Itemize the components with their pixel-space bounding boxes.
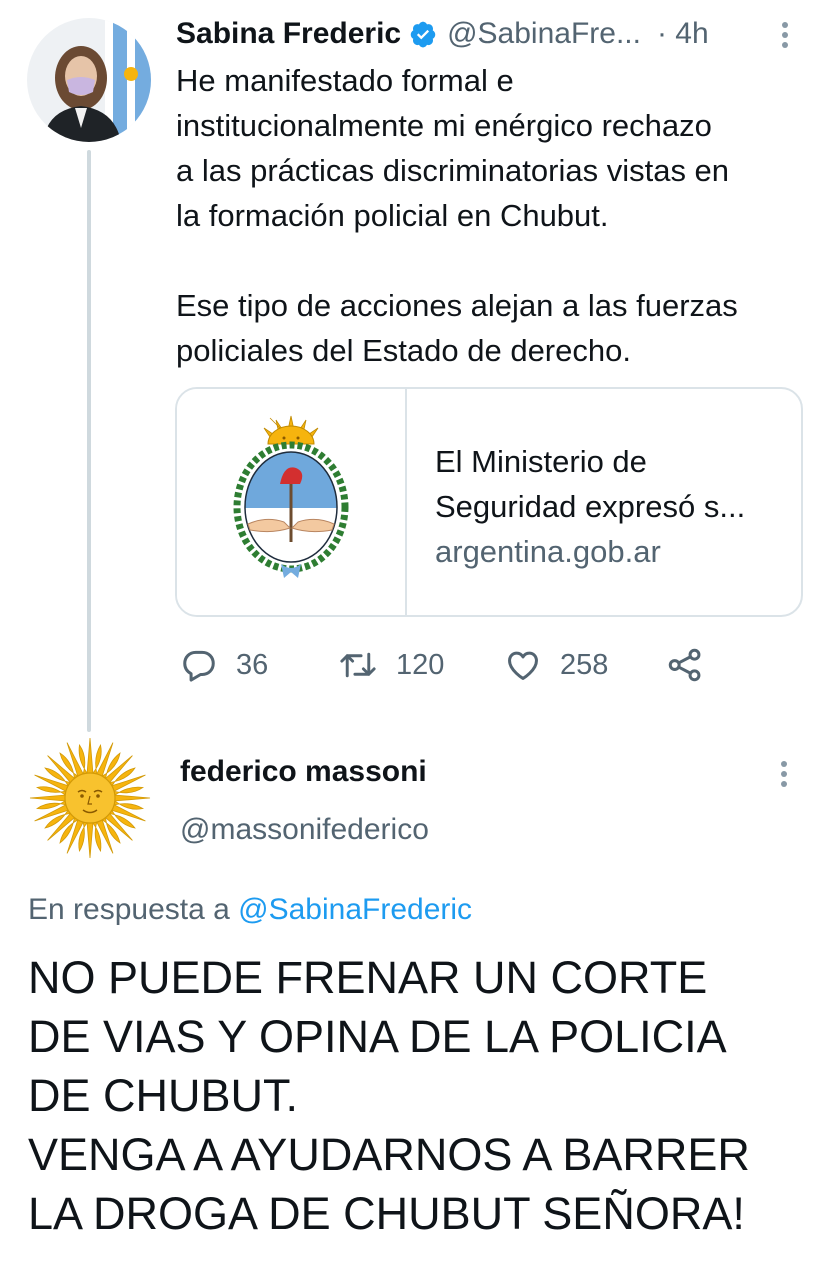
- tweet1-paragraph: Ese tipo de acciones alejan a las fuerza…: [176, 288, 738, 368]
- reply-count: 36: [236, 648, 269, 681]
- tweet2-author-name[interactable]: federico massoni: [180, 755, 427, 789]
- share-icon: [668, 648, 701, 682]
- tweet1-header: Sabina Frederic @SabinaFre... · 4h: [176, 14, 816, 54]
- retweet-icon: [340, 652, 376, 678]
- thread-connector-line: [87, 150, 91, 732]
- tweet1-author-name[interactable]: Sabina Frederic: [176, 17, 401, 51]
- sabina-avatar[interactable]: [27, 18, 151, 142]
- reply-button[interactable]: 36: [180, 642, 268, 688]
- argentina-coat-of-arms-image: [177, 389, 407, 615]
- federico-avatar[interactable]: [28, 736, 152, 860]
- tweet2-author-handle[interactable]: @massonifederico: [180, 813, 429, 847]
- tweet1-author-handle[interactable]: @SabinaFre...: [447, 17, 641, 51]
- reply-icon: [183, 650, 215, 682]
- link-preview-title: El Ministerio de Seguridad expresó s...: [435, 444, 746, 524]
- tweet2-text-line: VENGA A AYUDARNOS A BARRER: [28, 1129, 750, 1180]
- tweet2-text-line: NO PUEDE FRENAR UN CORTE: [28, 952, 708, 1003]
- reply-mention-link[interactable]: @SabinaFrederic: [238, 893, 472, 926]
- verified-badge-icon: [410, 21, 436, 48]
- heart-icon: [508, 651, 538, 680]
- like-count: 258: [560, 648, 609, 681]
- tweet2-text-line: LA DROGA DE CHUBUT SEÑORA!: [28, 1188, 745, 1239]
- tweet1-text: He manifestado formal e institucionalmen…: [176, 58, 816, 373]
- tweet2-text: NO PUEDE FRENAR UN CORTE DE VIAS Y OPINA…: [28, 948, 818, 1243]
- replying-to-prefix: En respuesta a: [28, 893, 230, 926]
- like-button[interactable]: 258: [504, 642, 608, 688]
- link-preview-domain: argentina.gob.ar: [435, 534, 661, 569]
- replying-to-label: En respuesta a @SabinaFrederic: [28, 893, 472, 927]
- retweet-count: 120: [396, 648, 445, 681]
- tweet1-action-bar: 36 120 258: [180, 642, 720, 688]
- link-preview-text: El Ministerio de Seguridad expresó s... …: [407, 389, 745, 615]
- tweet2-text-line: DE VIAS Y OPINA DE LA POLICIA: [28, 1011, 727, 1062]
- tweet1-timestamp[interactable]: · 4h: [657, 17, 709, 51]
- retweet-button[interactable]: 120: [338, 642, 444, 688]
- tweet1-paragraph: He manifestado formal e institucionalmen…: [176, 63, 730, 233]
- more-options-icon[interactable]: [781, 761, 787, 787]
- share-button[interactable]: [666, 642, 704, 688]
- more-options-icon[interactable]: [782, 22, 788, 48]
- tweet2-text-line: DE CHUBUT.: [28, 1070, 299, 1121]
- link-preview-card[interactable]: El Ministerio de Seguridad expresó s... …: [175, 387, 803, 617]
